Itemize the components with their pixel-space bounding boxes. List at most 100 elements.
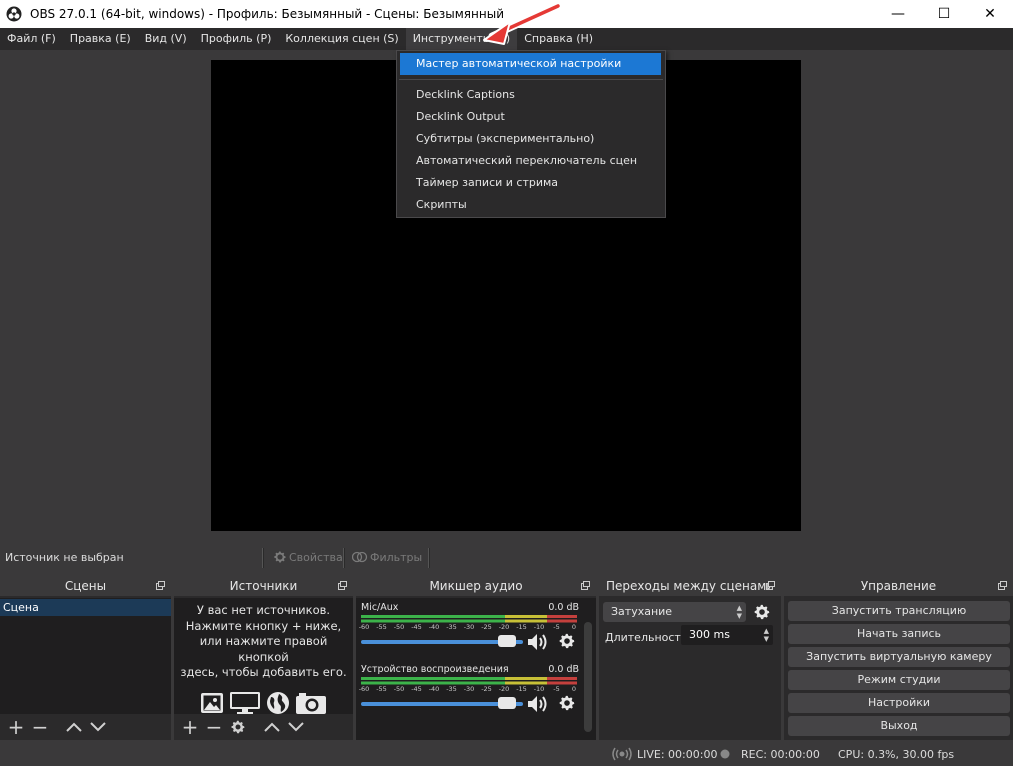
- scenes-dock-title: Сцены: [64, 579, 107, 593]
- chevron-updown-icon[interactable]: ▲ ▼: [764, 627, 769, 643]
- sources-dock-header: Источники: [174, 576, 353, 596]
- start-recording-button[interactable]: Начать запись: [788, 624, 1010, 644]
- speaker-icon[interactable]: [526, 694, 550, 714]
- mixer-scrollbar[interactable]: [584, 622, 592, 732]
- display-monitor-icon: [230, 691, 260, 714]
- controls-dock-header: Управление: [784, 576, 1013, 596]
- menu-item-auto-config-wizard[interactable]: Мастер автоматической настройки: [400, 53, 661, 75]
- properties-button[interactable]: Свойства: [273, 550, 343, 564]
- start-virtual-camera-button[interactable]: Запустить виртуальную камеру: [788, 647, 1010, 667]
- sources-list[interactable]: У вас нет источников. Нажмите кнопку + н…: [174, 598, 353, 714]
- menu-item-decklink-captions[interactable]: Decklink Captions: [397, 84, 665, 106]
- live-broadcast-icon: [612, 747, 632, 761]
- scale-tick-label: -20: [498, 623, 510, 631]
- speaker-icon[interactable]: [526, 632, 550, 652]
- scale-tick-label: -60: [358, 623, 370, 631]
- minimize-button[interactable]: —: [875, 0, 921, 28]
- no-source-label: Источник не выбран: [5, 551, 124, 564]
- scenes-dock: Сцены Сцена + −: [0, 576, 171, 740]
- mixer-channel-desktop-audio: Устройство воспроизведения 0.0 dB -60 -55…: [359, 664, 582, 728]
- menu-view[interactable]: Вид (V): [138, 28, 194, 50]
- scale-tick-label: -15: [516, 685, 527, 693]
- toolbar-divider: [262, 548, 264, 568]
- close-button[interactable]: ✕: [967, 0, 1013, 28]
- move-up-chevron-icon[interactable]: [62, 716, 86, 738]
- source-properties-gear-icon[interactable]: [226, 716, 250, 738]
- start-streaming-button[interactable]: Запустить трансляцию: [788, 601, 1010, 621]
- scale-tick-label: -5: [553, 623, 560, 631]
- volume-slider-handle[interactable]: [497, 697, 516, 709]
- undock-icon[interactable]: [581, 581, 590, 590]
- duration-label: Длительность: [605, 631, 688, 644]
- duration-value: 300 ms: [689, 628, 730, 641]
- scale-tick-label: -10: [533, 623, 545, 631]
- mixer-channel-mic: Mic/Aux 0.0 dB -60 -55 -50 -45 -40 -35 -30 -25-…: [358, 602, 582, 666]
- list-item[interactable]: Сцена: [0, 599, 171, 616]
- menu-item-output-timers[interactable]: Таймер записи и стрима: [397, 172, 665, 194]
- scale-tick-label: 0: [571, 685, 577, 693]
- rec-timer: REC: 00:00:00: [741, 748, 820, 761]
- gear-icon[interactable]: [558, 694, 576, 712]
- menu-file[interactable]: Файл (F): [0, 28, 63, 50]
- image-icon: [201, 692, 223, 713]
- studio-mode-button[interactable]: Режим студии: [788, 670, 1010, 690]
- duration-spinbox[interactable]: 300 ms ▲ ▼: [681, 625, 773, 645]
- volume-slider-handle[interactable]: [497, 635, 516, 647]
- menu-item-decklink-output[interactable]: Decklink Output: [397, 106, 665, 128]
- scenes-list[interactable]: Сцена: [0, 598, 171, 714]
- obs-logo-icon: [6, 6, 22, 22]
- sources-toolbar: + −: [174, 714, 353, 740]
- undock-icon[interactable]: [156, 581, 165, 590]
- undock-icon[interactable]: [998, 581, 1007, 590]
- transition-select[interactable]: Затухание ▲ ▼: [603, 602, 746, 622]
- move-down-chevron-icon[interactable]: [284, 716, 308, 738]
- menu-profile[interactable]: Профиль (P): [194, 28, 279, 50]
- live-timer: LIVE: 00:00:00: [637, 748, 718, 761]
- transitions-body: Затухание ▲ ▼ Длительность 300 ms ▲ ▼: [599, 598, 781, 740]
- globe-icon: [267, 691, 289, 714]
- add-scene-plus-icon[interactable]: +: [4, 716, 28, 738]
- gear-icon[interactable]: [558, 632, 576, 650]
- menu-item-scripts[interactable]: Скрипты: [397, 194, 665, 216]
- scale-tick-label: -25: [481, 685, 492, 693]
- annotation-arrow-icon: [483, 2, 562, 45]
- channel-db: 0.0 dB: [548, 602, 579, 613]
- source-type-icons: [174, 691, 353, 715]
- gear-icon[interactable]: [753, 603, 771, 621]
- scale-tick-label: -5: [553, 685, 560, 693]
- toolbar-divider: [343, 548, 345, 568]
- maximize-button[interactable]: ☐: [921, 0, 967, 28]
- menu-scene-collection[interactable]: Коллекция сцен (S): [278, 28, 405, 50]
- scale-tick-label: -50: [393, 685, 405, 693]
- remove-scene-minus-icon[interactable]: −: [28, 716, 52, 738]
- undock-icon[interactable]: [766, 581, 775, 590]
- status-bar: LIVE: 00:00:00 REC: 00:00:00 CPU: 0.3%, …: [0, 742, 1013, 766]
- menu-item-auto-scene-switcher[interactable]: Автоматический переключатель сцен: [397, 150, 665, 172]
- scale-tick-label: -45: [411, 623, 422, 631]
- remove-source-minus-icon[interactable]: −: [202, 716, 226, 738]
- cpu-fps-readout: CPU: 0.3%, 30.00 fps: [838, 748, 955, 761]
- move-up-chevron-icon[interactable]: [260, 716, 284, 738]
- mixer-dock-title: Микшер аудио: [429, 579, 523, 593]
- scenes-toolbar: + −: [0, 714, 171, 740]
- scale-tick-label: -50: [393, 623, 405, 631]
- scale-tick-label: -55: [376, 685, 387, 693]
- add-source-plus-icon[interactable]: +: [178, 716, 202, 738]
- scale-tick-label: -30: [463, 685, 475, 693]
- chevron-updown-icon: ▲ ▼: [736, 604, 742, 620]
- volume-meter: [361, 615, 577, 623]
- filter-icon: [352, 551, 368, 563]
- move-down-chevron-icon[interactable]: [86, 716, 110, 738]
- settings-button[interactable]: Настройки: [788, 693, 1010, 713]
- controls-dock-title: Управление: [860, 579, 937, 593]
- menu-item-captions[interactable]: Субтитры (экспериментально): [397, 128, 665, 150]
- menu-edit[interactable]: Правка (E): [63, 28, 138, 50]
- filters-button[interactable]: Фильтры: [352, 550, 422, 564]
- scale-tick-label: -30: [463, 623, 475, 631]
- scenes-dock-header: Сцены: [0, 576, 171, 596]
- exit-button[interactable]: Выход: [788, 716, 1010, 736]
- window-title: OBS 27.0.1 (64-bit, windows) - Профиль: …: [30, 7, 504, 21]
- menu-separator: [399, 79, 663, 80]
- undock-icon[interactable]: [338, 581, 347, 590]
- channel-name: Устройство воспроизведения: [361, 664, 509, 675]
